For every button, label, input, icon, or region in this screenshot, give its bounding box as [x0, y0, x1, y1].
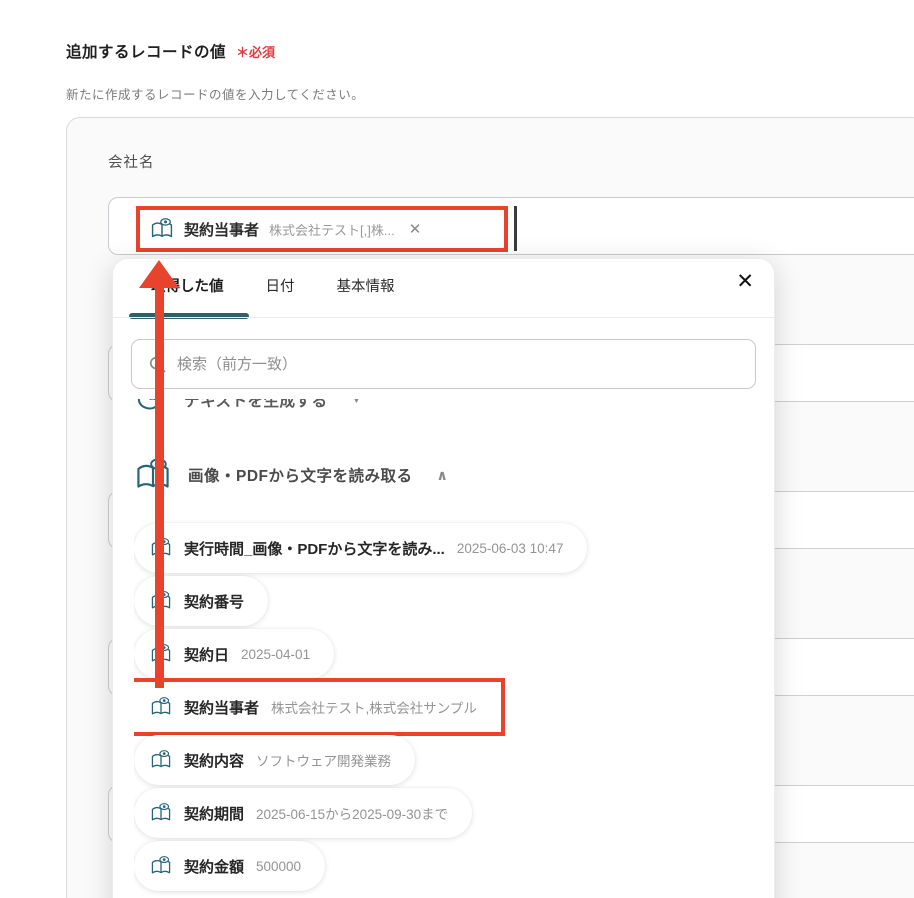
- section-label: テキストを生成する: [184, 399, 328, 411]
- list-item[interactable]: 契約期間 2025-06-15から2025-09-30まで: [134, 788, 472, 838]
- item-label: 契約金額: [184, 856, 244, 877]
- item-label: 契約期間: [184, 803, 244, 824]
- item-label: 契約内容: [184, 750, 244, 771]
- list-item[interactable]: 契約金額 500000: [134, 841, 325, 891]
- ocr-book-eye-icon: [150, 803, 172, 823]
- item-label: 契約当事者: [184, 697, 259, 718]
- ocr-book-eye-icon: [150, 218, 174, 240]
- chip-value: 株式会社テスト[,]株...: [269, 220, 395, 239]
- chip-remove-icon[interactable]: ✕: [409, 220, 422, 238]
- item-list: 実行時間_画像・PDFから文字を読み... 2025-06-03 10:47 契約…: [134, 523, 772, 891]
- item-label: 契約日: [184, 644, 229, 665]
- section-label: 画像・PDFから文字を読み取る: [188, 464, 413, 486]
- search-box[interactable]: [131, 339, 756, 389]
- ocr-book-eye-icon: [150, 750, 172, 770]
- item-label: 契約番号: [184, 591, 244, 612]
- list-item[interactable]: 実行時間_画像・PDFから文字を読み... 2025-06-03 10:47: [134, 523, 587, 573]
- text-cursor: [514, 206, 517, 251]
- ocr-book-eye-icon: [150, 856, 172, 876]
- annotation-arrow-line: [155, 286, 164, 688]
- section-header-ocr[interactable]: 画像・PDFから文字を読み取る ∧: [134, 453, 772, 497]
- item-label: 実行時間_画像・PDFから文字を読み...: [184, 538, 445, 559]
- item-value: 2025-06-15から2025-09-30まで: [256, 803, 448, 823]
- ocr-book-eye-icon: [134, 458, 172, 492]
- selected-value-chip-highlight[interactable]: 契約当事者 株式会社テスト[,]株... ✕: [136, 206, 508, 252]
- ocr-book-eye-icon: [150, 697, 172, 717]
- page-subtitle: 新たに作成するレコードの値を入力してください。: [66, 84, 364, 103]
- list-item[interactable]: 契約内容ソフトウェア開発業務: [134, 735, 415, 785]
- active-tab-underline: [129, 313, 249, 319]
- section-header-generate-text[interactable]: テキストを生成する ▼: [134, 399, 772, 421]
- page-title: 追加するレコードの値: [66, 40, 226, 62]
- screen: 追加するレコードの値 ＊必須 新たに作成するレコードの値を入力してください。 会…: [0, 0, 914, 898]
- tab-divider: [113, 317, 774, 318]
- search-input[interactable]: [177, 356, 755, 373]
- chip-label: 契約当事者: [184, 219, 259, 240]
- annotation-arrow-head: [139, 260, 179, 288]
- required-badge: ＊必須: [236, 42, 275, 61]
- page-header: 追加するレコードの値 ＊必須: [66, 40, 275, 62]
- tab-1[interactable]: 日付: [266, 275, 295, 296]
- item-value: 500000: [256, 859, 301, 874]
- item-value: ソフトウェア開発業務: [256, 750, 391, 770]
- tab-2[interactable]: 基本情報: [337, 275, 395, 296]
- item-value: 2025-06-03 10:47: [457, 541, 564, 556]
- chevron-down-icon: ▼: [352, 399, 362, 406]
- chevron-up-icon: ∧: [437, 467, 448, 484]
- value-list: テキストを生成する ▼ 画像・PDFから文字を読み取る ∧ 実行時間_画像・PD…: [134, 399, 772, 898]
- value-picker-popup: 取得した値日付基本情報 ✕ テキストを生成する ▼ 画像・PDFから文字を読み取…: [112, 258, 775, 898]
- close-icon[interactable]: ✕: [736, 271, 754, 292]
- item-value: 株式会社テスト,株式会社サンプル: [271, 697, 477, 717]
- item-value: 2025-04-01: [241, 647, 310, 662]
- list-item[interactable]: 契約日 2025-04-01: [134, 629, 334, 679]
- list-item[interactable]: 契約当事者株式会社テスト,株式会社サンプル: [134, 682, 501, 732]
- field-label-company: 会社名: [108, 151, 155, 172]
- tab-bar: 取得した値日付基本情報: [151, 275, 395, 296]
- highlighted-item-box: 契約当事者株式会社テスト,株式会社サンプル: [134, 678, 505, 736]
